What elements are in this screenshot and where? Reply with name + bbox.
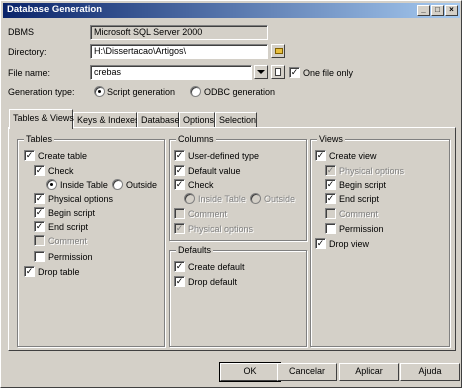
tables-inside-table-radio[interactable]: [46, 179, 57, 190]
create-default-checkbox[interactable]: ✓: [174, 261, 185, 272]
script-generation-radio[interactable]: [94, 86, 105, 97]
odbc-generation-radio[interactable]: [190, 86, 201, 97]
dbms-label: DBMS: [8, 27, 35, 37]
columns-group-title: Columns: [176, 134, 216, 144]
views-end-script-label: End script: [339, 194, 380, 204]
drop-view-label: Drop view: [329, 239, 370, 249]
tab-database[interactable]: Database: [137, 112, 180, 128]
apply-button[interactable]: Aplicar: [339, 363, 399, 381]
drop-table-checkbox[interactable]: ✓: [24, 266, 35, 277]
user-defined-type-checkbox[interactable]: ✓: [174, 150, 185, 161]
views-group-title: Views: [317, 134, 345, 144]
tables-comment-label: Comment: [48, 236, 88, 246]
create-view-label: Create view: [329, 151, 377, 161]
tables-begin-script-label: Begin script: [48, 208, 96, 218]
views-comment-checkbox: [325, 208, 336, 219]
views-physical-options-checkbox: ✓: [325, 165, 336, 176]
tables-outside-label: Outside: [126, 180, 158, 190]
columns-physical-options-checkbox: ✓: [174, 223, 185, 234]
drop-table-label: Drop table: [38, 267, 80, 277]
columns-outside-label: Outside: [264, 194, 296, 204]
tables-inside-table-label: Inside Table: [60, 180, 108, 190]
window-title: Database Generation: [7, 4, 103, 15]
columns-comment-checkbox: [174, 208, 185, 219]
folder-icon: [275, 48, 283, 54]
views-end-script-checkbox[interactable]: ✓: [325, 193, 336, 204]
views-begin-script-checkbox[interactable]: ✓: [325, 179, 336, 190]
views-comment-label: Comment: [339, 209, 379, 219]
columns-inside-table-radio: [184, 193, 195, 204]
default-value-checkbox[interactable]: ✓: [174, 165, 185, 176]
tables-physical-options-label: Physical options: [48, 194, 114, 204]
tab-panel: Tables ✓ Create table ✓ Check Inside Tab…: [8, 127, 456, 351]
maximize-icon[interactable]: □: [431, 5, 444, 16]
tables-permission-label: Permission: [48, 252, 93, 262]
dbms-field: Microsoft SQL Server 2000: [90, 25, 268, 40]
tab-options[interactable]: Options: [179, 112, 215, 128]
filename-dropdown[interactable]: [254, 65, 268, 79]
tables-end-script-checkbox[interactable]: ✓: [34, 221, 45, 232]
columns-comment-label: Comment: [188, 209, 228, 219]
tables-outside-radio[interactable]: [112, 179, 123, 190]
browse-folder-button[interactable]: [271, 44, 285, 58]
tables-check-checkbox[interactable]: ✓: [34, 165, 45, 176]
tab-selection[interactable]: Selection: [215, 112, 257, 128]
one-file-label: One file only: [303, 68, 354, 78]
views-group: Views ✓ Create view ✓ Physical options ✓…: [310, 134, 450, 347]
columns-check-checkbox[interactable]: ✓: [174, 179, 185, 190]
columns-physical-options-label: Physical options: [188, 224, 254, 234]
close-icon[interactable]: ×: [445, 5, 458, 16]
tab-keys-indexes[interactable]: Keys & Indexes: [73, 112, 140, 128]
tables-physical-options-checkbox[interactable]: ✓: [34, 193, 45, 204]
tables-begin-script-checkbox[interactable]: ✓: [34, 207, 45, 218]
columns-check-label: Check: [188, 180, 214, 190]
default-value-label: Default value: [188, 166, 241, 176]
one-file-checkbox[interactable]: ✓: [289, 67, 300, 78]
create-table-label: Create table: [38, 151, 88, 161]
dialog-window: Database Generation _ □ × DBMS Microsoft…: [0, 0, 462, 388]
columns-inside-table-label: Inside Table: [198, 194, 246, 204]
title-bar[interactable]: Database Generation _ □ ×: [3, 3, 460, 18]
views-permission-label: Permission: [339, 224, 384, 234]
user-defined-type-label: User-defined type: [188, 151, 260, 161]
help-button[interactable]: Ajuda: [400, 363, 460, 381]
tab-tables-views[interactable]: Tables & Views: [9, 109, 74, 129]
script-generation-label: Script generation: [107, 87, 176, 97]
edit-file-button[interactable]: [271, 65, 285, 79]
views-physical-options-label: Physical options: [339, 166, 405, 176]
directory-label: Directory:: [8, 47, 47, 57]
columns-outside-radio: [250, 193, 261, 204]
views-permission-checkbox[interactable]: [325, 223, 336, 234]
drop-default-label: Drop default: [188, 277, 238, 287]
filename-input[interactable]: crebas: [90, 65, 252, 80]
columns-group: Columns ✓ User-defined type ✓ Default va…: [169, 134, 307, 241]
gentype-label: Generation type:: [8, 87, 75, 97]
create-view-checkbox[interactable]: ✓: [315, 150, 326, 161]
odbc-generation-label: ODBC generation: [204, 87, 276, 97]
ok-button[interactable]: OK: [219, 362, 281, 382]
minimize-icon[interactable]: _: [417, 5, 430, 16]
create-table-checkbox[interactable]: ✓: [24, 150, 35, 161]
views-begin-script-label: Begin script: [339, 180, 387, 190]
tables-group-title: Tables: [24, 134, 55, 144]
chevron-down-icon: [257, 70, 265, 74]
drop-view-checkbox[interactable]: ✓: [315, 238, 326, 249]
create-default-label: Create default: [188, 262, 245, 272]
defaults-group-title: Defaults: [176, 245, 214, 255]
drop-default-checkbox[interactable]: ✓: [174, 276, 185, 287]
directory-input[interactable]: H:\Dissertacao\Artigos\: [90, 44, 268, 59]
defaults-group: Defaults ✓ Create default ✓ Drop default: [169, 245, 307, 347]
tables-comment-checkbox: [34, 235, 45, 246]
tables-permission-checkbox[interactable]: [34, 251, 45, 262]
cancel-button[interactable]: Cancelar: [277, 363, 337, 381]
tables-check-label: Check: [48, 166, 74, 176]
filename-label: File name:: [8, 68, 51, 78]
tables-end-script-label: End script: [48, 222, 89, 232]
document-icon: [275, 68, 281, 76]
tables-group: Tables ✓ Create table ✓ Check Inside Tab…: [17, 134, 165, 347]
